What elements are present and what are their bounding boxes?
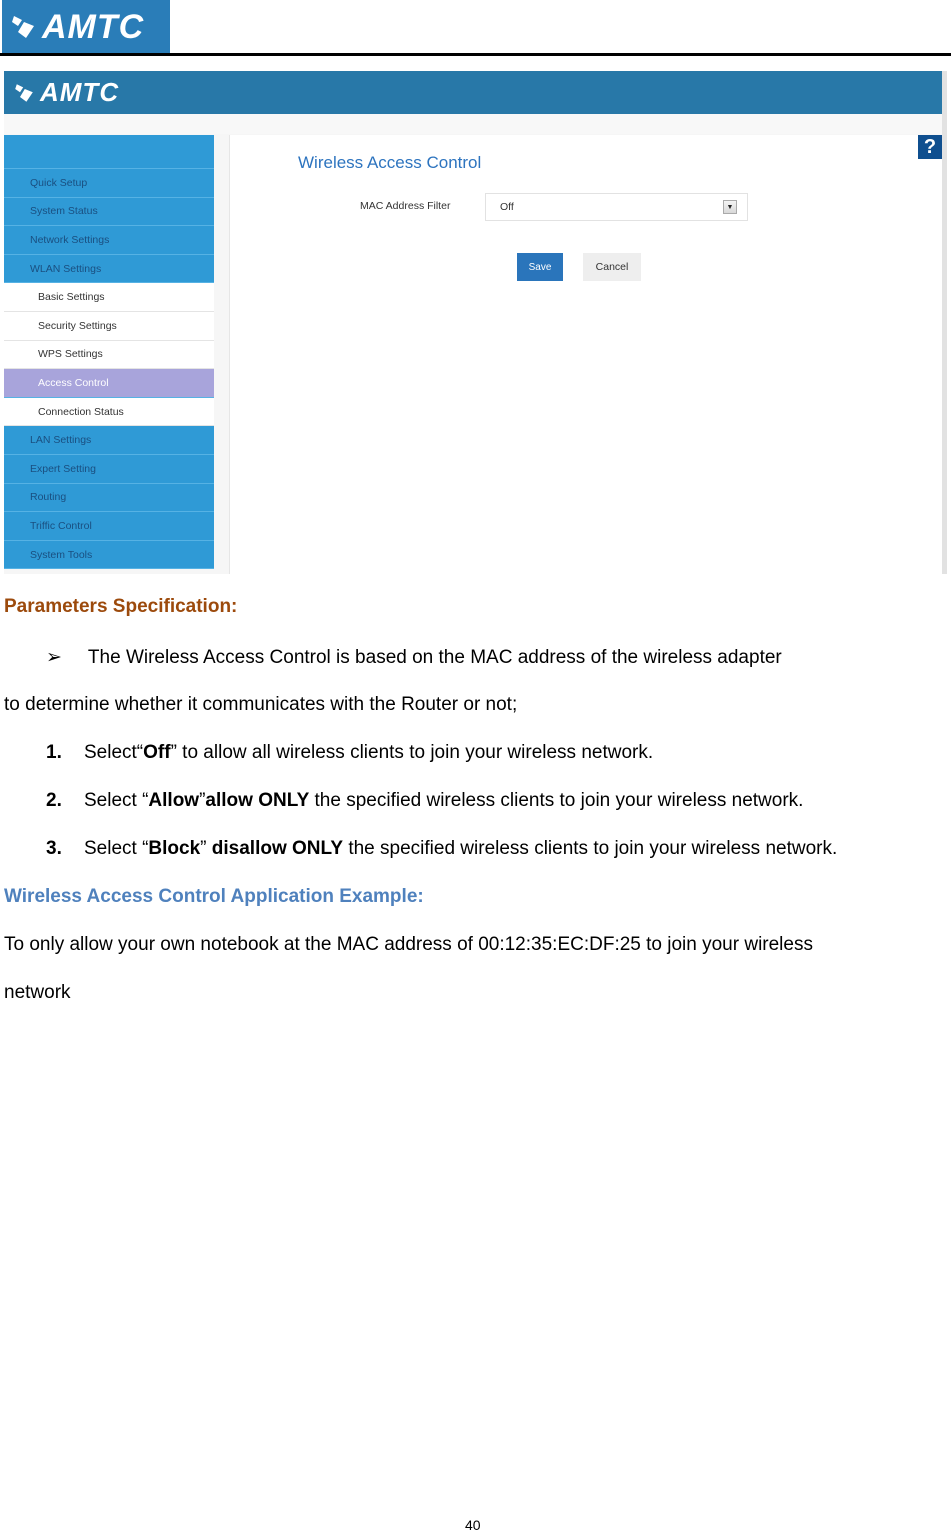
router-sidebar: Quick Setup System Status Network Settin…: [4, 135, 214, 574]
example-text-cont: network: [4, 982, 71, 1003]
cancel-button[interactable]: Cancel: [583, 253, 641, 281]
sidebar-item-system-tools[interactable]: System Tools: [4, 540, 214, 570]
sidebar-item-lan-settings[interactable]: LAN Settings: [4, 426, 214, 455]
sidebar-item-wps-settings[interactable]: WPS Settings: [4, 340, 214, 370]
sidebar-item-expert-setting[interactable]: Expert Setting: [4, 454, 214, 484]
mac-filter-value: Off: [500, 201, 514, 213]
router-ui-screenshot: AMTC Quick Setup System Status Network S…: [4, 71, 947, 574]
bullet-continuation: to determine whether it communicates wit…: [4, 694, 518, 715]
scrollbar[interactable]: [942, 71, 947, 574]
sidebar-item-connection-status[interactable]: Connection Status: [4, 397, 214, 427]
sidebar-item-network-settings[interactable]: Network Settings: [4, 226, 214, 255]
logo-text: AMTC: [42, 7, 145, 46]
example-heading: Wireless Access Control Application Exam…: [4, 886, 424, 907]
sidebar-item-traffic-control[interactable]: Triffic Control: [4, 512, 214, 541]
bullet-text: The Wireless Access Control is based on …: [87, 647, 782, 668]
router-logo-text: AMTC: [40, 77, 120, 107]
arrow-bullet-icon: ➢: [46, 647, 62, 668]
help-icon[interactable]: ?: [918, 135, 942, 159]
sidebar-item-access-control[interactable]: Access Control: [4, 369, 214, 398]
save-button[interactable]: Save: [517, 253, 563, 281]
list-item-1: 1. Select“Off” to allow all wireless clie…: [46, 742, 654, 763]
page-title: Wireless Access Control: [298, 153, 482, 172]
sidebar-item-basic-settings[interactable]: Basic Settings: [4, 283, 214, 312]
router-topbar: AMTC: [4, 71, 944, 114]
amtc-logo-icon: [12, 16, 34, 38]
example-text: To only allow your own notebook at the M…: [4, 934, 813, 955]
sidebar-item-routing[interactable]: Routing: [4, 483, 214, 513]
list-item-3: 3. Select “Block” disallow ONLY the speci…: [46, 838, 838, 859]
page-header-logo: AMTC: [2, 0, 170, 54]
sidebar-item-quick-setup[interactable]: Quick Setup: [4, 169, 214, 198]
header-rule: [0, 53, 951, 56]
amtc-logo-icon: [15, 83, 33, 102]
sidebar-item-security-settings[interactable]: Security Settings: [4, 311, 214, 341]
mac-filter-label: MAC Address Filter: [360, 200, 451, 212]
bullet-line: ➢ The Wireless Access Control is based on…: [46, 646, 782, 669]
router-subbar: [4, 114, 944, 134]
sidebar-item-wlan-settings[interactable]: WLAN Settings: [4, 254, 214, 284]
list-item-2: 2. Select “Allow”allow ONLY the specified…: [46, 790, 804, 811]
parameters-heading: Parameters Specification:: [4, 596, 238, 617]
sidebar-header: [4, 135, 214, 169]
page-number: 40: [465, 1517, 481, 1533]
router-content: Wireless Access Control MAC Address Filt…: [229, 135, 944, 574]
chevron-down-icon[interactable]: ▼: [723, 200, 737, 214]
mac-filter-select[interactable]: Off ▼: [485, 193, 748, 221]
sidebar-item-system-status[interactable]: System Status: [4, 197, 214, 227]
